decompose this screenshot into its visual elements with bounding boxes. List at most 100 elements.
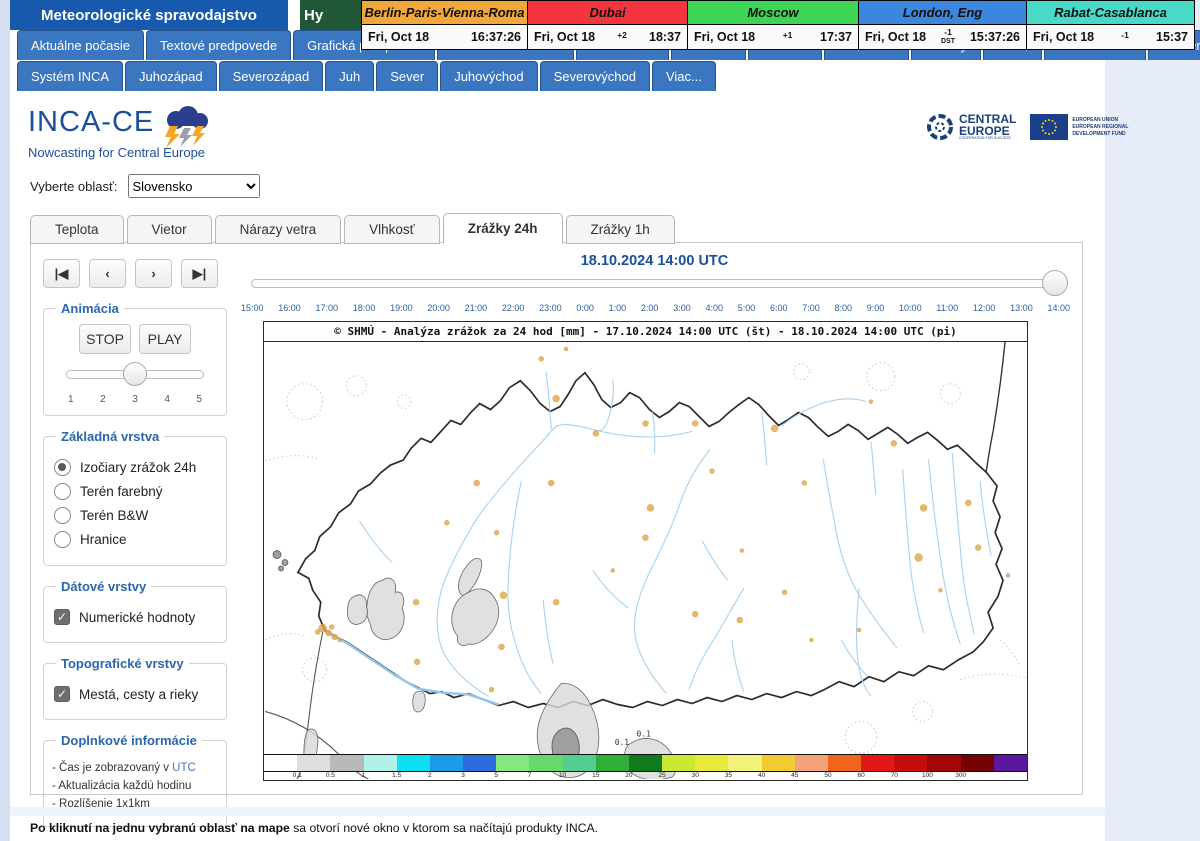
eu-logo: EUROPEAN UNION EUROPEAN REGIONAL DEVELOP… — [1030, 114, 1128, 140]
clock-offset: +2 — [595, 32, 649, 42]
scale-color-cell — [861, 755, 894, 771]
nav-tab[interactable]: Juh — [325, 61, 374, 91]
data-layers-fieldset: Dátové vrstvy ✓Numerické hodnoty — [43, 579, 227, 643]
nav-tab[interactable]: Severovýchod — [540, 61, 650, 91]
timeline-tick: 11:00 — [936, 303, 958, 313]
option-label: Terén B&W — [80, 508, 148, 523]
clock-city-label: Moscow — [688, 1, 858, 25]
scale-color-cell — [695, 755, 728, 771]
control-column: |◀‹›▶| Animácia STOP PLAY 12345 Základná… — [41, 251, 229, 786]
clock-time-row: Fri, Oct 18 +2 18:37 — [528, 25, 687, 49]
base-layer-option[interactable]: Hranice — [54, 531, 216, 548]
clock-offset-sup: +2 — [617, 32, 627, 39]
scale-color-cell — [330, 755, 363, 771]
scale-color-cell — [662, 755, 695, 771]
eu-flag-icon — [1030, 114, 1068, 140]
scale-label: 10 — [559, 772, 566, 779]
tab-zr-ky-1h[interactable]: Zrážky 1h — [566, 215, 675, 244]
city-marker — [444, 520, 449, 525]
nav-tab[interactable]: Severozápad — [219, 61, 324, 91]
city-marker — [802, 481, 807, 486]
last-frame-button[interactable]: ▶| — [181, 259, 218, 288]
clock-time-value: 18:37 — [649, 30, 681, 44]
clock-date: Fri, Oct 18 — [368, 30, 429, 44]
utc-link[interactable]: UTC — [172, 762, 196, 774]
scale-label: 70 — [891, 772, 898, 779]
precipitation-map[interactable]: © SHMÚ - Analýza zrážok za 24 hod [mm] -… — [263, 321, 1028, 781]
tab-vlhkos-[interactable]: Vlhkosť — [344, 215, 440, 244]
city-marker — [489, 687, 494, 692]
footer-note-rest: sa otvorí nové okno v ktorom sa načítajú… — [290, 821, 598, 835]
nav-tab[interactable]: Juhozápad — [125, 61, 217, 91]
speed-slider-handle[interactable] — [123, 362, 147, 386]
city-marker — [414, 659, 420, 665]
speed-tick-label: 5 — [196, 394, 202, 405]
world-clock: DubaiFri, Oct 18+218:37 — [527, 0, 688, 50]
nav-tab[interactable]: Sever — [376, 61, 438, 91]
world-clock: Rabat-CasablancaFri, Oct 18-115:37 — [1026, 0, 1195, 50]
clock-time-value: 16:37:26 — [471, 30, 521, 44]
nav-tab[interactable]: Viac... — [652, 61, 716, 91]
scale-label: 15 — [592, 772, 599, 779]
clock-offset-sup: -1 — [1121, 32, 1129, 39]
scale-label: 300 — [955, 772, 966, 779]
time-slider-track[interactable] — [251, 279, 1060, 288]
timeline-tick: 1:00 — [609, 303, 627, 313]
scale-label: 35 — [725, 772, 732, 779]
radio-unchecked[interactable] — [54, 507, 71, 524]
radio-checked[interactable] — [54, 459, 71, 476]
checkbox-checked[interactable]: ✓ — [54, 686, 70, 702]
clock-city-label: London, Eng — [859, 1, 1026, 25]
base-layer-option[interactable]: Izočiary zrážok 24h — [54, 459, 216, 476]
city-marker — [564, 347, 568, 351]
tab-vietor[interactable]: Vietor — [127, 215, 212, 244]
city-marker — [500, 592, 507, 599]
stop-button[interactable]: STOP — [79, 324, 131, 354]
option-label: Mestá, cesty a rieky — [79, 687, 198, 702]
nav-tab[interactable]: Textové predpovede — [146, 30, 291, 60]
scale-label: 20 — [625, 772, 632, 779]
city-marker — [474, 480, 480, 486]
clock-time-value: 17:37 — [820, 30, 852, 44]
tab-n-razy-vetra[interactable]: Nárazy vetra — [215, 215, 342, 244]
contour-label: 0.1 — [615, 738, 630, 747]
clock-date: Fri, Oct 18 — [534, 30, 595, 44]
radio-unchecked[interactable] — [54, 483, 71, 500]
nav-tab[interactable]: Juhovýchod — [440, 61, 537, 91]
central-europe-icon — [925, 112, 955, 142]
city-marker — [494, 530, 499, 535]
clock-date: Fri, Oct 18 — [865, 30, 926, 44]
city-marker — [647, 504, 654, 511]
topo-layer-option[interactable]: ✓ Mestá, cesty a rieky — [54, 686, 216, 702]
data-layer-option[interactable]: ✓Numerické hodnoty — [54, 609, 216, 625]
cloud-lightning-icon — [154, 106, 216, 148]
eu-text-1: EUROPEAN UNION — [1072, 117, 1128, 124]
timeline-tick: 7:00 — [802, 303, 820, 313]
next-frame-button[interactable]: › — [135, 259, 172, 288]
base-layer-option[interactable]: Terén farebný — [54, 483, 216, 500]
speed-tick-label: 4 — [164, 394, 170, 405]
tab-zr-ky-24h[interactable]: Zrážky 24h — [443, 213, 563, 244]
timeline-tick: 6:00 — [770, 303, 788, 313]
city-marker — [737, 617, 743, 623]
scale-label: 25 — [658, 772, 665, 779]
nav-tab[interactable]: Aktuálne počasie — [17, 30, 144, 60]
time-slider-handle[interactable] — [1042, 270, 1068, 296]
divider-band — [10, 807, 1105, 816]
world-clock: London, EngFri, Oct 18-1DST15:37:26 — [858, 0, 1027, 50]
base-layer-option[interactable]: Terén B&W — [54, 507, 216, 524]
region-select[interactable]: Slovensko — [128, 174, 260, 198]
region-nav-row: Systém INCAJuhozápadSeverozápadJuhSeverJ… — [10, 61, 1105, 91]
scale-label: 45 — [791, 772, 798, 779]
prev-frame-button[interactable]: ‹ — [89, 259, 126, 288]
map-title: © SHMÚ - Analýza zrážok za 24 hod [mm] -… — [264, 322, 1027, 342]
checkbox-checked[interactable]: ✓ — [54, 609, 70, 625]
clock-offset: -1 — [1094, 32, 1156, 42]
tab-teplota[interactable]: Teplota — [30, 215, 124, 244]
nav-tab[interactable]: Systém INCA — [17, 61, 123, 91]
scale-label: 3 — [461, 772, 465, 779]
timeline-ticks: 15:0016:0017:0018:0019:0020:0021:0022:00… — [241, 303, 1070, 313]
radio-unchecked[interactable] — [54, 531, 71, 548]
play-button[interactable]: PLAY — [139, 324, 191, 354]
first-frame-button[interactable]: |◀ — [43, 259, 80, 288]
